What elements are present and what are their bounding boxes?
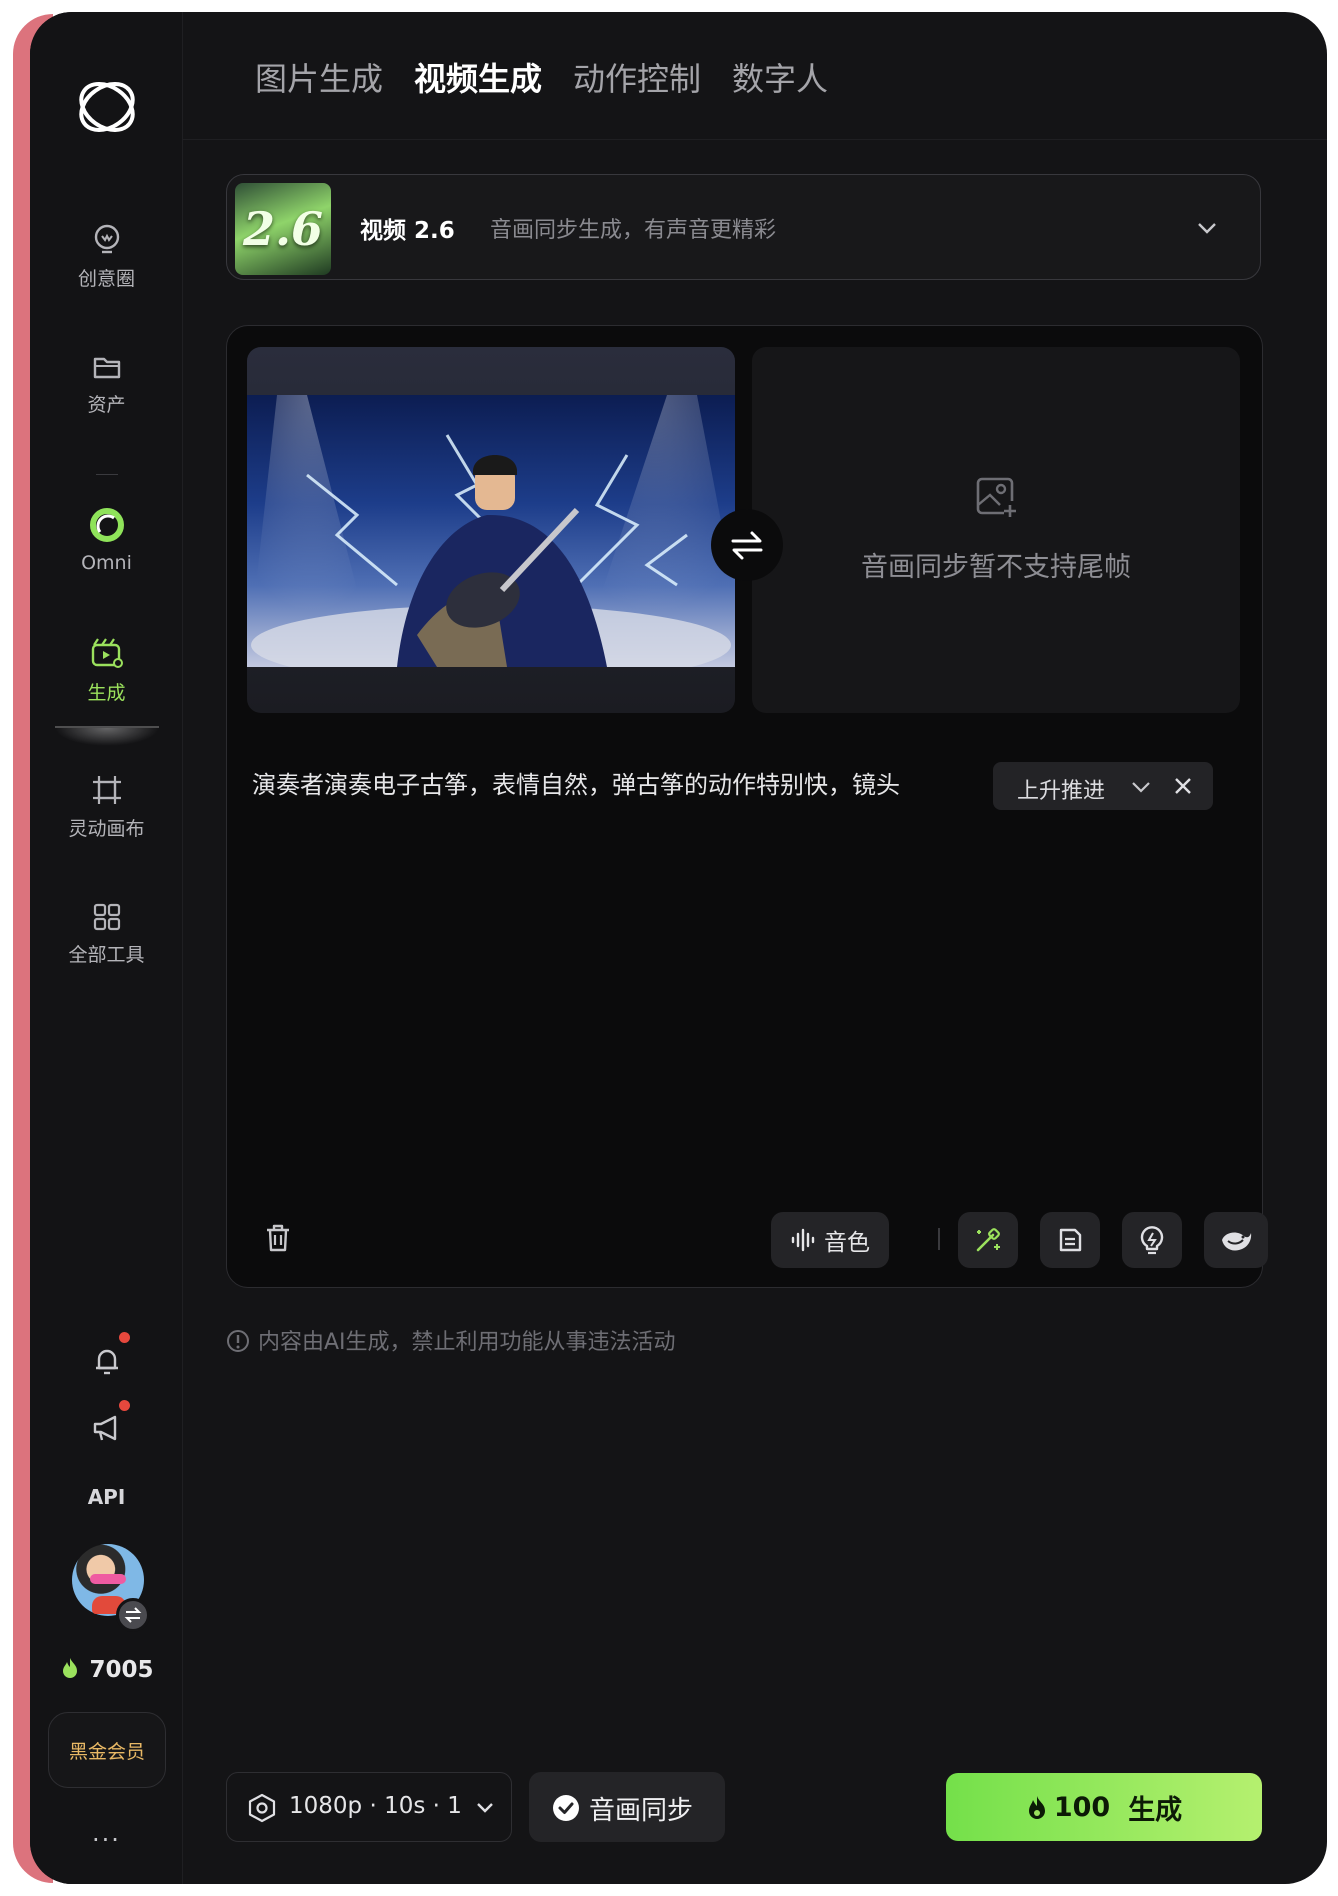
notification-dot	[119, 1332, 130, 1343]
sidebar-item-canvas[interactable]: 灵动画布	[30, 774, 183, 841]
more-menu-button[interactable]: ···	[30, 1826, 183, 1854]
end-frame-message: 音画同步暂不支持尾帧	[861, 552, 1131, 583]
waveform-icon	[791, 1228, 815, 1252]
vip-label: 黑金会员	[68, 1740, 145, 1763]
toolbar-divider	[938, 1228, 940, 1250]
inspiration-button[interactable]	[1122, 1212, 1182, 1268]
model-name: 视频 2.6	[360, 218, 455, 244]
output-settings-dropdown[interactable]: 1080p · 10s · 1	[226, 1772, 512, 1842]
tab-image-generation[interactable]: 图片生成	[255, 54, 383, 100]
megaphone-icon[interactable]	[88, 1409, 126, 1447]
magic-wand-icon	[976, 1228, 1000, 1252]
swap-frames-button[interactable]	[711, 509, 783, 581]
canvas-icon	[92, 776, 121, 804]
flame-icon	[1028, 1796, 1045, 1819]
sidebar-item-label: 创意圈	[77, 268, 135, 290]
bell-icon[interactable]	[88, 1342, 126, 1380]
credits-value: 7005	[89, 1657, 154, 1683]
swap-icon	[731, 531, 763, 560]
sidebar-item-creative[interactable]: 创意圈	[30, 224, 183, 291]
ai-disclaimer-text: 内容由AI生成，禁止利用功能从事违法活动	[258, 1330, 676, 1355]
credits-balance[interactable]: 7005	[30, 1656, 183, 1683]
prompt-text[interactable]: 演奏者演奏电子古筝，表情自然，弹古筝的动作特别快，镜头	[252, 766, 900, 804]
whale-icon	[1222, 1232, 1252, 1251]
check-circle-icon	[553, 1795, 579, 1821]
chevron-down-icon	[1198, 223, 1216, 234]
active-indicator	[55, 726, 159, 746]
deepseek-button[interactable]	[1204, 1212, 1268, 1268]
ai-disclaimer: 内容由AI生成，禁止利用功能从事违法活动	[226, 1324, 676, 1356]
omni-ring-icon	[89, 508, 124, 542]
tab-digital-human[interactable]: 数字人	[732, 54, 828, 100]
sidebar-item-label: 生成	[87, 682, 126, 704]
generate-button[interactable]: 100 生成	[946, 1773, 1262, 1841]
chevron-down-icon	[1132, 782, 1150, 793]
first-frame-image	[247, 395, 735, 667]
settings-hex-icon	[248, 1793, 276, 1823]
save-icon	[1059, 1228, 1082, 1252]
first-frame-card[interactable]	[247, 347, 735, 713]
audio-sync-toggle[interactable]: 音画同步	[529, 1772, 725, 1842]
prompt-panel: 音画同步暂不支持尾帧 演奏者演奏电子古筝，表情自然，弹古筝的动作特别快，镜头 上…	[226, 325, 1268, 1288]
sidebar-item-label: 资产	[87, 394, 126, 416]
info-icon	[227, 1330, 249, 1352]
lightbulb-icon	[94, 224, 119, 254]
add-image-icon	[976, 477, 1016, 517]
sidebar-item-label: Omni	[81, 552, 132, 574]
sidebar-item-omni[interactable]: Omni	[30, 506, 183, 574]
sidebar-divider	[96, 474, 118, 475]
generate-clapper-icon	[91, 638, 123, 668]
tab-video-generation[interactable]: 视频生成	[414, 54, 542, 100]
performer-scene	[247, 395, 735, 667]
audio-sync-label: 音画同步	[589, 1796, 694, 1826]
close-icon[interactable]	[1173, 776, 1193, 796]
flame-icon	[63, 1658, 78, 1678]
vip-badge[interactable]: 黑金会员	[48, 1712, 166, 1788]
model-description: 音画同步生成，有声音更精彩	[490, 218, 777, 243]
save-draft-button[interactable]	[1040, 1212, 1100, 1268]
generate-label: 生成	[1128, 1794, 1183, 1826]
camera-movement-label: 上升推进	[1017, 779, 1106, 804]
model-thumbnail: 2.6	[235, 183, 331, 275]
folder-icon	[93, 357, 120, 379]
output-settings-label: 1080p · 10s · 1	[289, 1793, 462, 1819]
switch-account-icon[interactable]	[116, 1598, 150, 1632]
generate-cost: 100	[1053, 1791, 1111, 1823]
model-selector[interactable]: 2.6 视频 2.6 音画同步生成，有声音更精彩	[226, 174, 1261, 280]
sidebar: 创意圈 资产 Omni 生成 灵动画布 全部工具 API 7005 黑金会员 ·…	[30, 12, 183, 1884]
timbre-label: 音色	[824, 1230, 870, 1256]
sidebar-item-all-tools[interactable]: 全部工具	[30, 902, 183, 967]
trash-icon[interactable]	[263, 1222, 293, 1254]
tab-motion-control[interactable]: 动作控制	[573, 54, 701, 100]
camera-movement-chip[interactable]: 上升推进	[993, 762, 1213, 810]
end-frame-card[interactable]: 音画同步暂不支持尾帧	[752, 347, 1240, 713]
chevron-down-icon	[477, 1803, 493, 1813]
model-thumbnail-text: 2.6	[242, 202, 324, 256]
sidebar-item-label: 灵动画布	[68, 818, 145, 840]
sidebar-item-generate[interactable]: 生成	[30, 636, 183, 705]
timbre-button[interactable]: 音色	[771, 1212, 889, 1268]
grid-icon	[93, 903, 120, 931]
bulb-icon	[1140, 1226, 1164, 1255]
app-window: 创意圈 资产 Omni 生成 灵动画布 全部工具 API 7005 黑金会员 ·…	[30, 12, 1327, 1884]
top-tabs: 图片生成 视频生成 动作控制 数字人	[183, 12, 1327, 140]
api-link[interactable]: API	[30, 1485, 183, 1509]
sidebar-item-assets[interactable]: 资产	[30, 352, 183, 417]
app-logo-icon[interactable]	[70, 70, 144, 144]
magic-edit-button[interactable]	[958, 1212, 1018, 1268]
avatar-glasses	[90, 1574, 126, 1584]
announcement-dot	[119, 1400, 130, 1411]
sidebar-item-label: 全部工具	[68, 944, 145, 966]
